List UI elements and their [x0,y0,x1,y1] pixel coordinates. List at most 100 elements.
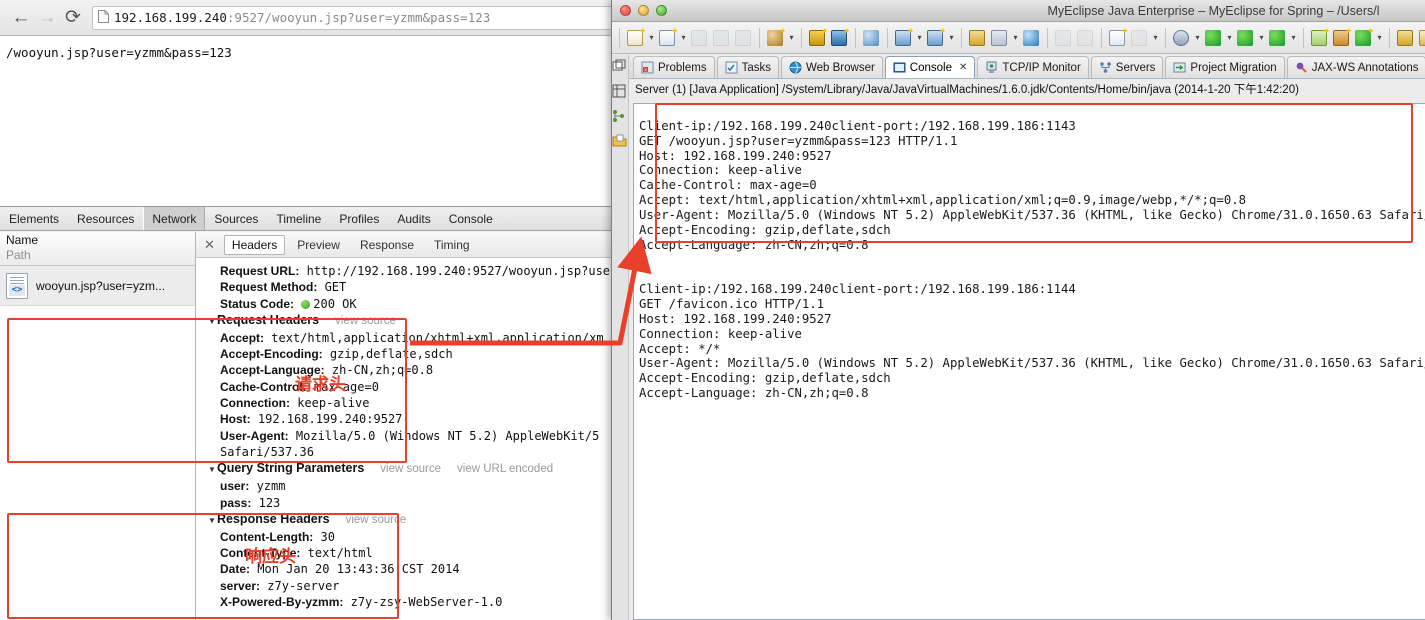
new-class-icon[interactable]: ✦ [1309,26,1331,49]
open-type-icon[interactable] [1395,27,1416,49]
run-external-tools-icon[interactable] [1267,27,1288,49]
chevron-down-icon[interactable]: ▾ [1193,33,1202,42]
chevron-down-icon[interactable]: ▾ [1257,33,1266,42]
deploy-icon[interactable] [1053,27,1074,49]
servers-icon [1099,61,1112,74]
hierarchy-view-icon[interactable] [612,109,628,125]
tab-audits[interactable]: Audits [388,207,439,230]
view-tab-label: Console [909,61,952,74]
new-report-icon[interactable]: ✦ [1107,26,1129,49]
header-value: 30 [320,529,335,544]
view-tab-tasks[interactable]: Tasks [716,56,779,78]
debug-icon[interactable] [1171,27,1192,49]
console-output[interactable]: Client-ip:/192.168.199.240client-port:/1… [633,103,1425,620]
tab-network[interactable]: Network [143,207,206,230]
search-icon[interactable] [1129,27,1150,49]
reload-icon[interactable]: ⟳ [60,5,86,31]
view-source-link[interactable]: view source [335,315,396,327]
pen-tool-icon[interactable] [1417,27,1425,49]
subtab-response[interactable]: Response [352,235,422,255]
new-connection-icon[interactable]: ✦ [925,26,947,49]
address-bar[interactable]: 192.168.199.240:9527/wooyun.jsp?user=yzm… [92,5,628,30]
new-jar-icon[interactable]: ✦ [829,26,851,49]
save-all-icon[interactable] [711,27,732,49]
new-grid-icon[interactable]: ✦ [1331,26,1353,49]
save-icon[interactable] [689,27,710,49]
view-tab-web-browser[interactable]: Web Browser [780,56,883,78]
view-tab-project-migration[interactable]: Project Migration [1165,56,1285,78]
new-file-icon[interactable]: ✦ [657,26,679,49]
chevron-down-icon[interactable]: ▾ [647,33,656,42]
view-tab-console[interactable]: Console ✕ [884,56,976,78]
response-headers-title: Response Headers [217,511,330,526]
chevron-down-icon: ▼ [208,515,216,525]
chevron-down-icon[interactable]: ▾ [1011,33,1020,42]
subtab-headers[interactable]: Headers [223,234,286,255]
view-url-encoded-link[interactable]: view URL encoded [457,463,553,475]
print-icon[interactable] [733,27,754,49]
eclipse-toolbar: ✦ ▾ ✦ ▾ ✦ ▾ ✦ ✦ ✦ ▾ ✦ ▾ ▾ ✦ ▾ ▾ ▾ ▾ ▾ ✦ … [612,22,1425,54]
new-deployment-icon[interactable]: ✦ [765,26,787,49]
chevron-down-icon[interactable]: ▾ [947,33,956,42]
new-annotation-icon[interactable]: ✦ [1353,26,1375,49]
chevron-down-icon[interactable]: ▾ [1225,33,1234,42]
network-request-row[interactable]: <> wooyun.jsp?user=yzm... [0,266,195,306]
tab-resources[interactable]: Resources [68,207,143,230]
header-row-continuation: Safari/537.36 [196,444,640,460]
chevron-down-icon[interactable]: ▾ [787,33,796,42]
tab-elements[interactable]: Elements [0,207,68,230]
run-server-icon[interactable] [989,27,1010,49]
outline-view-icon[interactable] [612,84,628,100]
restore-view-icon[interactable] [612,59,628,75]
view-tab-problems[interactable]: x Problems [633,56,715,78]
toolbar-separator [1303,27,1304,48]
run-icon[interactable] [1203,27,1224,49]
new-package-icon[interactable]: ✦ [807,26,829,49]
view-tab-label: Project Migration [1190,61,1277,74]
page-content: /wooyun.jsp?user=yzmm&pass=123 [0,37,640,205]
section-query-params[interactable]: ▼Query String Parameters view source view … [196,460,640,478]
subtab-timing[interactable]: Timing [426,235,478,255]
tasks-icon [725,61,738,74]
view-tab-label: JAX-WS Annotations [1311,61,1419,74]
tab-timeline[interactable]: Timeline [267,207,330,230]
new-wizard-icon[interactable]: ✦ [625,26,647,49]
devtools-body: Name Path <> wooyun.jsp?user=yzm... ✕ He… [0,232,640,620]
tab-profiles[interactable]: Profiles [330,207,388,230]
console-process-label: Server (1) [Java Application] /System/Li… [629,79,1425,99]
section-response-headers[interactable]: ▼Response Headers view source [196,511,640,529]
devtools-tabbar: Elements Resources Network Sources Timel… [0,207,640,231]
new-database-icon[interactable]: ✦ [893,26,915,49]
chevron-down-icon[interactable]: ▾ [1375,33,1384,42]
view-tab-servers[interactable]: Servers [1090,56,1164,78]
network-list-header: Name Path [0,232,195,266]
view-source-link[interactable]: view source [346,514,407,526]
chevron-down-icon[interactable]: ▾ [1289,33,1298,42]
web-20-icon[interactable] [861,27,882,49]
browser-toolbar: ← → ⟳ 192.168.199.240:9527/wooyun.jsp?us… [0,0,640,36]
tab-sources[interactable]: Sources [205,207,267,230]
view-tab-tcpip-monitor[interactable]: TCP/IP Monitor [977,56,1089,78]
back-icon[interactable]: ← [8,5,34,31]
undeploy-icon[interactable] [1075,27,1096,49]
section-request-headers[interactable]: ▼Request Headers view source [196,312,640,330]
forward-icon[interactable]: → [34,5,60,31]
window-titlebar: MyEclipse Java Enterprise – MyEclipse fo… [612,0,1425,22]
chevron-down-icon[interactable]: ▾ [679,33,688,42]
tab-console[interactable]: Console [440,207,502,230]
header-value: gzip,deflate,sdch [329,347,453,362]
open-project-icon[interactable] [967,27,988,49]
globe-icon[interactable] [1021,27,1042,49]
close-icon[interactable]: ✕ [202,237,220,253]
page-response-text: /wooyun.jsp?user=yzmm&pass=123 [6,45,232,60]
subtab-preview[interactable]: Preview [289,235,348,255]
close-icon[interactable]: ✕ [959,62,967,73]
run-history-icon[interactable] [1235,27,1256,49]
package-explorer-icon[interactable] [612,134,628,150]
chevron-down-icon[interactable]: ▾ [1151,33,1160,42]
view-tab-jaxws-annotations[interactable]: JAX-WS Annotations [1286,56,1425,78]
query-row: user: yzmm [196,478,640,494]
chevron-down-icon[interactable]: ▾ [915,33,924,42]
view-source-link[interactable]: view source [380,463,441,475]
view-tab-label: Web Browser [805,61,875,74]
